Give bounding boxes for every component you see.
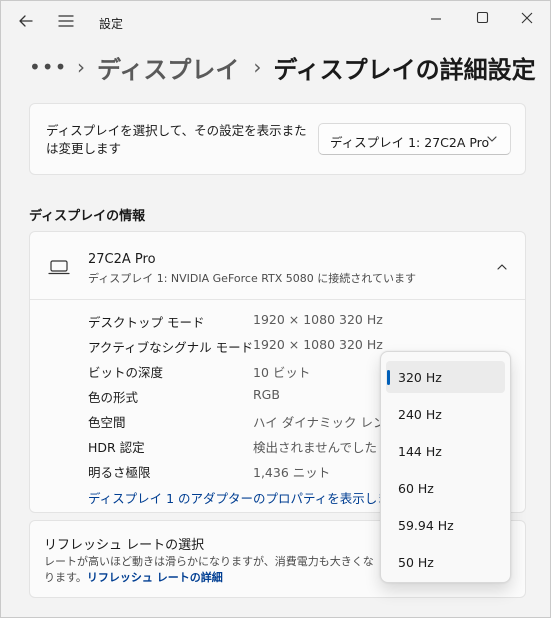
info-row-value: 1920 × 1080 320 Hz bbox=[253, 337, 383, 352]
monitor-icon bbox=[48, 260, 70, 275]
maximize-icon[interactable] bbox=[471, 7, 493, 29]
selection-indicator bbox=[387, 370, 390, 385]
info-row-value-text: 検出されませんでした bbox=[253, 440, 378, 455]
info-row-label: 色の形式 bbox=[88, 390, 139, 405]
page-title: ディスプレイの詳細設定 bbox=[273, 55, 536, 84]
title-bar: 設定 bbox=[1, 1, 550, 41]
hamburger-icon[interactable] bbox=[56, 13, 76, 29]
info-row-label: 色空間 bbox=[88, 415, 126, 430]
info-row-value: 1,436 ニット bbox=[253, 465, 331, 480]
refresh-rate-description: レートが高いほど動きは滑らかになりますが、消費電力も大きくなります。リフレッシュ… bbox=[44, 554, 374, 586]
info-row-value: 1920 × 1080 320 Hz bbox=[253, 312, 383, 327]
display-selector-label: ディスプレイを選択して、その設定を表示または変更します bbox=[46, 123, 307, 156]
minimize-icon[interactable] bbox=[425, 7, 447, 29]
window-title: 設定 bbox=[99, 17, 124, 31]
adapter-properties-link[interactable]: ディスプレイ 1 のアダプターのプロパティを表示します bbox=[88, 488, 402, 507]
breadcrumb: ••• › ディスプレイ › ディスプレイの詳細設定 bbox=[29, 47, 536, 87]
breadcrumb-display-link[interactable]: ディスプレイ bbox=[97, 50, 239, 85]
chevron-up-icon[interactable] bbox=[496, 263, 508, 271]
display-info-header[interactable]: 27C2A Pro ディスプレイ 1: NVIDIA GeForce RTX 5… bbox=[30, 232, 525, 300]
refresh-rate-flyout: 320 Hz 240 Hz 144 Hz 60 Hz 59.94 Hz 50 H… bbox=[380, 351, 511, 583]
refresh-option-label: 50 Hz bbox=[398, 555, 434, 570]
back-arrow-icon[interactable] bbox=[15, 11, 37, 31]
info-row-value: RGB bbox=[253, 387, 280, 402]
display-select-dropdown[interactable]: ディスプレイ 1: 27C2A Pro bbox=[318, 123, 511, 155]
close-icon[interactable] bbox=[515, 7, 539, 29]
refresh-rate-title: リフレッシュ レートの選択 bbox=[44, 538, 205, 553]
refresh-option-59-94[interactable]: 59.94 Hz bbox=[386, 509, 505, 541]
breadcrumb-separator-icon: › bbox=[77, 55, 85, 79]
refresh-option-60[interactable]: 60 Hz bbox=[386, 472, 505, 504]
refresh-option-label: 60 Hz bbox=[398, 481, 434, 496]
chevron-down-icon bbox=[487, 136, 497, 142]
info-row-label: 明るさ極限 bbox=[88, 465, 151, 480]
refresh-option-label: 320 Hz bbox=[398, 370, 442, 385]
info-row-label: デスクトップ モード bbox=[88, 315, 205, 330]
refresh-option-320[interactable]: 320 Hz bbox=[386, 361, 505, 393]
display-connection-info: ディスプレイ 1: NVIDIA GeForce RTX 5080 に接続されて… bbox=[88, 272, 416, 285]
info-row-label: アクティブなシグナル モード bbox=[88, 340, 254, 355]
refresh-option-label: 59.94 Hz bbox=[398, 518, 454, 533]
refresh-rate-details-link[interactable]: リフレッシュ レートの詳細 bbox=[87, 571, 223, 584]
refresh-option-50[interactable]: 50 Hz bbox=[386, 546, 505, 578]
info-row-label: HDR 認定 bbox=[88, 440, 145, 455]
refresh-option-label: 144 Hz bbox=[398, 444, 442, 459]
display-name: 27C2A Pro bbox=[88, 252, 156, 267]
refresh-option-label: 240 Hz bbox=[398, 407, 442, 422]
breadcrumb-more-button[interactable]: ••• bbox=[29, 55, 66, 79]
info-row-value: 10 ビット bbox=[253, 365, 311, 380]
display-select-value: ディスプレイ 1: 27C2A Pro bbox=[330, 135, 490, 150]
info-row-value: 検出されませんでした H bbox=[253, 437, 391, 456]
breadcrumb-separator-icon: › bbox=[253, 55, 262, 79]
info-row-label: ビットの深度 bbox=[88, 365, 164, 380]
display-info-heading: ディスプレイの情報 bbox=[29, 209, 146, 224]
refresh-option-144[interactable]: 144 Hz bbox=[386, 435, 505, 467]
display-selector-card: ディスプレイを選択して、その設定を表示または変更します ディスプレイ 1: 27… bbox=[29, 103, 526, 175]
info-row-desktop-mode: デスクトップ モード 1920 × 1080 320 Hz bbox=[30, 312, 525, 332]
refresh-option-240[interactable]: 240 Hz bbox=[386, 398, 505, 430]
